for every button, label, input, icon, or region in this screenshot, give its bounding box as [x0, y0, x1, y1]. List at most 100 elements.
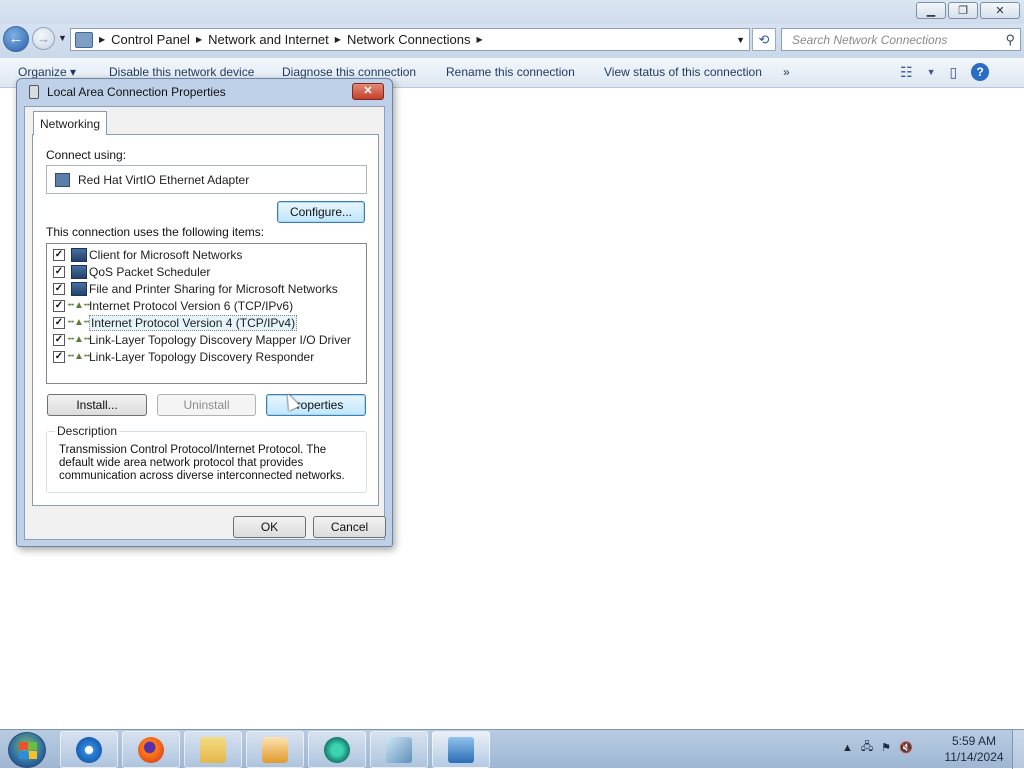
rename-connection-command[interactable]: Rename this connection [446, 65, 575, 79]
list-item[interactable]: ✓ File and Printer Sharing for Microsoft… [53, 280, 338, 297]
item-label: QoS Packet Scheduler [89, 264, 211, 279]
breadcrumb-chevron-icon[interactable]: ▶ [196, 35, 202, 44]
show-desktop-button[interactable] [1012, 730, 1024, 769]
network-adapter-icon [29, 85, 39, 99]
connect-using-label: Connect using: [46, 148, 127, 162]
close-window-button[interactable]: ✕ [980, 2, 1020, 19]
item-checkbox[interactable]: ✓ [53, 350, 65, 363]
ok-button[interactable]: OK [233, 516, 306, 538]
item-checkbox[interactable]: ✓ [53, 316, 65, 329]
action-center-flag-icon[interactable]: ⚑ [881, 741, 891, 754]
restore-button[interactable]: ❐ [948, 2, 978, 19]
show-hidden-icons-icon[interactable]: ▲ [842, 742, 853, 754]
navigation-bar: ← → ▼ ▶ Control Panel ▶ Network and Inte… [0, 24, 1024, 58]
refresh-button[interactable]: ⟲ [752, 28, 776, 51]
control-panel-icon [75, 31, 93, 48]
networking-panel: Connect using: Red Hat VirtIO Ethernet A… [32, 134, 379, 506]
item-checkbox[interactable]: ✓ [53, 248, 65, 261]
start-button[interactable] [8, 732, 46, 768]
notification-area: ▲ 🖧 ⚑ 🔇 [842, 738, 913, 757]
breadcrumb-control-panel[interactable]: Control Panel [111, 32, 190, 47]
view-dropdown-icon[interactable]: ▼ [927, 67, 936, 77]
network-adapter-icon [55, 172, 70, 187]
clock-time: 5:59 AM [951, 734, 997, 748]
view-status-command[interactable]: View status of this connection [604, 65, 762, 79]
diagnose-connection-command[interactable]: Diagnose this connection [282, 65, 416, 79]
breadcrumb-chevron-icon[interactable]: ▶ [99, 35, 105, 44]
dialog-close-button[interactable]: ✕ [352, 83, 384, 100]
item-label: Link-Layer Topology Discovery Responder [89, 349, 315, 364]
search-input[interactable] [790, 31, 990, 48]
protocol-icon: ╍▲╍ [68, 317, 90, 328]
back-button[interactable]: ← [3, 26, 29, 52]
minimize-button[interactable]: ▁ [916, 2, 946, 19]
description-title: Description [55, 424, 120, 438]
breadcrumb-network-connections[interactable]: Network Connections [347, 32, 471, 47]
network-tray-icon[interactable]: 🖧 [861, 738, 873, 757]
description-text: Transmission Control Protocol/Internet P… [59, 444, 345, 482]
list-item-selected[interactable]: ✓ ╍▲╍ Internet Protocol Version 4 (TCP/I… [53, 314, 298, 331]
components-list[interactable]: ✓ Client for Microsoft Networks ✓ QoS Pa… [46, 243, 367, 384]
taskbar-firefox[interactable] [122, 731, 180, 768]
breadcrumb-network-and-internet[interactable]: Network and Internet [208, 32, 329, 47]
items-label: This connection uses the following items… [46, 225, 265, 239]
list-item[interactable]: ✓ Client for Microsoft Networks [53, 246, 242, 263]
search-icon[interactable]: ⚲ [1005, 32, 1015, 48]
search-box[interactable]: ⚲ [781, 28, 1021, 51]
change-view-icon[interactable]: ☷ [900, 64, 913, 81]
list-item[interactable]: ✓ QoS Packet Scheduler [53, 263, 210, 280]
app-icon [324, 736, 350, 763]
recent-pages-dropdown[interactable]: ▼ [58, 33, 67, 43]
preview-pane-icon[interactable]: ▯ [949, 64, 957, 81]
item-checkbox[interactable]: ✓ [53, 265, 65, 278]
item-checkbox[interactable]: ✓ [53, 282, 65, 295]
cancel-button[interactable]: Cancel [313, 516, 386, 538]
list-item[interactable]: ✓ ╍▲╍ Link-Layer Topology Discovery Mapp… [53, 331, 351, 348]
configure-button[interactable]: Configure... [277, 201, 365, 223]
item-checkbox[interactable]: ✓ [53, 299, 65, 312]
protocol-icon: ╍▲╍ [68, 334, 90, 345]
media-player-icon [262, 736, 288, 763]
system-clock[interactable]: 5:59 AM 11/14/2024 [936, 733, 1012, 765]
uninstall-button[interactable]: Uninstall [157, 394, 256, 416]
install-button[interactable]: Install... [47, 394, 147, 416]
network-client-icon [71, 247, 87, 262]
help-icon[interactable]: ? [971, 63, 990, 81]
tab-networking[interactable]: Networking [33, 111, 107, 135]
properties-button[interactable]: Properties [266, 394, 366, 416]
app-icon [386, 736, 412, 763]
network-service-icon [71, 281, 87, 296]
item-label: Internet Protocol Version 4 (TCP/IPv4) [89, 314, 298, 331]
item-label: Client for Microsoft Networks [89, 247, 243, 262]
network-service-icon [71, 264, 87, 279]
protocol-icon: ╍▲╍ [68, 300, 90, 311]
list-item[interactable]: ✓ ╍▲╍ Internet Protocol Version 6 (TCP/I… [53, 297, 293, 314]
properties-dialog: Local Area Connection Properties ✕ Netwo… [16, 78, 393, 547]
taskbar-network-connections[interactable] [432, 731, 490, 768]
list-item[interactable]: ✓ ╍▲╍ Link-Layer Topology Discovery Resp… [53, 348, 314, 365]
item-checkbox[interactable]: ✓ [53, 333, 65, 346]
file-explorer-icon [200, 736, 226, 763]
dialog-titlebar[interactable]: Local Area Connection Properties ✕ [17, 79, 392, 105]
item-label: Link-Layer Topology Discovery Mapper I/O… [89, 332, 351, 347]
address-dropdown-icon[interactable]: ▼ [736, 35, 745, 45]
forward-button[interactable]: → [32, 27, 55, 50]
description-group: Description Transmission Control Protoco… [46, 424, 367, 493]
more-commands-button[interactable]: » [783, 65, 790, 79]
taskbar-media-player[interactable] [246, 731, 304, 768]
disable-device-command[interactable]: Disable this network device [109, 65, 254, 79]
taskbar-app-1[interactable] [308, 731, 366, 768]
item-label: Internet Protocol Version 6 (TCP/IPv6) [89, 298, 294, 313]
item-label: File and Printer Sharing for Microsoft N… [89, 281, 338, 296]
dialog-title: Local Area Connection Properties [47, 85, 226, 99]
taskbar-explorer[interactable] [184, 731, 242, 768]
volume-muted-icon[interactable]: 🔇 [899, 741, 913, 754]
breadcrumb-chevron-icon[interactable]: ▶ [335, 35, 341, 44]
dialog-body: Networking Connect using: Red Hat VirtIO… [24, 106, 386, 540]
organize-menu[interactable]: Organize ▾ [18, 65, 76, 79]
taskbar-ie[interactable] [60, 731, 118, 768]
taskbar-app-2[interactable] [370, 731, 428, 768]
address-bar[interactable]: ▶ Control Panel ▶ Network and Internet ▶… [70, 28, 750, 51]
adapter-field: Red Hat VirtIO Ethernet Adapter [46, 165, 367, 194]
breadcrumb-chevron-icon[interactable]: ▶ [477, 35, 483, 44]
